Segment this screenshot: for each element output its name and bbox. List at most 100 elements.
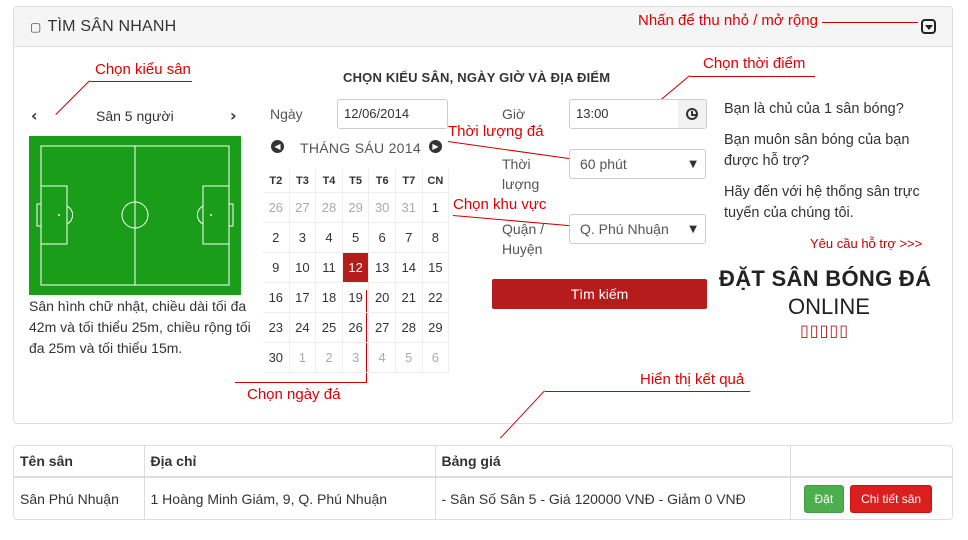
calendar-day[interactable]: 15 bbox=[422, 253, 450, 283]
calendar-day[interactable]: 27 bbox=[369, 313, 396, 343]
calendar-day[interactable]: 3 bbox=[289, 223, 317, 253]
chevron-right-icon[interactable]: › bbox=[230, 106, 237, 125]
calendar-day[interactable]: 29 bbox=[422, 313, 450, 343]
time-input[interactable]: 13:00 bbox=[569, 99, 679, 129]
calendar-day[interactable]: 7 bbox=[395, 223, 423, 253]
calendar-day[interactable]: 5 bbox=[395, 343, 423, 373]
calendar-next-icon[interactable]: ▶ bbox=[429, 140, 442, 153]
calendar-day[interactable]: 22 bbox=[422, 283, 450, 313]
calendar-day[interactable]: 14 bbox=[395, 253, 423, 283]
calendar-day[interactable]: 2 bbox=[316, 343, 343, 373]
calendar-grid: T2 T3 T4 T5 T6 T7 CN 26 27 28 29 30 31 1… bbox=[263, 169, 450, 373]
calendar-day[interactable]: 4 bbox=[369, 343, 396, 373]
calendar-day[interactable]: 23 bbox=[263, 313, 290, 343]
calendar-day[interactable]: 13 bbox=[369, 253, 396, 283]
actions-cell: Đặt Chi tiết sân bbox=[790, 477, 952, 519]
calendar-day[interactable]: 10 bbox=[289, 253, 317, 283]
table-header-row: Tên sân Địa chỉ Bảng giá bbox=[14, 446, 952, 478]
weekday-label: T5 bbox=[342, 169, 370, 193]
weekday-label: T4 bbox=[316, 169, 343, 193]
calendar-day[interactable]: 2 bbox=[263, 223, 290, 253]
calendar-day[interactable]: 6 bbox=[369, 223, 396, 253]
calendar-day[interactable]: 1 bbox=[422, 193, 450, 223]
calendar-day[interactable]: 5 bbox=[342, 223, 370, 253]
annotation-duration: Thời lượng đá bbox=[448, 123, 544, 140]
annotation-field-type: Chọn kiểu sân bbox=[95, 61, 191, 78]
weekday-label: T3 bbox=[289, 169, 317, 193]
details-button[interactable]: Chi tiết sân bbox=[850, 484, 933, 513]
time-picker-button[interactable] bbox=[678, 99, 707, 129]
column-header-name: Tên sân bbox=[14, 446, 145, 478]
calendar-day[interactable]: 30 bbox=[263, 343, 290, 373]
calendar-day-selected[interactable]: 12 bbox=[342, 253, 370, 283]
panel-title: ▢ TÌM SÂN NHANH bbox=[30, 17, 177, 35]
calendar-day[interactable]: 3 bbox=[342, 343, 370, 373]
calendar-day[interactable]: 1 bbox=[289, 343, 317, 373]
calendar-week: 9 10 11 12 13 14 15 bbox=[263, 253, 450, 283]
district-value: Q. Phú Nhuận bbox=[580, 221, 669, 237]
table-row: Sân Phú Nhuận 1 Hoàng Minh Giám, 9, Q. P… bbox=[14, 477, 952, 519]
calendar-day[interactable]: 16 bbox=[263, 283, 290, 313]
time-label: Giờ bbox=[502, 106, 526, 122]
calendar-day[interactable]: 9 bbox=[263, 253, 290, 283]
price-cell: - Sân Số Sân 5 - Giá 120000 VNĐ - Giảm 0… bbox=[435, 477, 791, 519]
brand-subheading: ONLINE bbox=[788, 294, 870, 319]
calendar-prev-icon[interactable]: ◀ bbox=[271, 140, 284, 153]
column-header-price: Bảng giá bbox=[435, 446, 791, 478]
district-select[interactable]: Q. Phú Nhuận ▼ bbox=[569, 214, 706, 244]
calendar-week: 2 3 4 5 6 7 8 bbox=[263, 223, 450, 253]
form-title: CHỌN KIỂU SÂN, NGÀY GIỜ VÀ ĐỊA ĐIỂM bbox=[343, 70, 611, 85]
calendar-day[interactable]: 11 bbox=[316, 253, 343, 283]
annotation-time: Chọn thời điểm bbox=[703, 55, 806, 72]
rating-boxes: ▯▯▯▯▯ bbox=[800, 321, 850, 340]
annotation-line bbox=[235, 382, 367, 383]
field-name-cell: Sân Phú Nhuận bbox=[14, 477, 145, 519]
district-label: Quận / Huyện bbox=[502, 221, 545, 257]
weekday-label: T7 bbox=[395, 169, 423, 193]
calendar-week: 30 1 2 3 4 5 6 bbox=[263, 343, 450, 373]
calendar-day[interactable]: 26 bbox=[263, 193, 290, 223]
address-cell: 1 Hoàng Minh Giám, 9, Q. Phú Nhuận bbox=[144, 477, 436, 519]
brand-heading: ĐẶT SÂN BÓNG ĐÁ bbox=[719, 266, 932, 291]
calendar-week: 26 27 28 29 30 31 1 bbox=[263, 193, 450, 223]
column-header-address: Địa chỉ bbox=[144, 446, 436, 478]
calendar-day[interactable]: 30 bbox=[369, 193, 396, 223]
calendar-day[interactable]: 17 bbox=[289, 283, 317, 313]
calendar-day[interactable]: 21 bbox=[395, 283, 423, 313]
date-input[interactable]: 12/06/2014 bbox=[337, 99, 448, 129]
support-request-link[interactable]: Yêu cầu hỗ trợ >>> bbox=[810, 236, 922, 251]
book-button[interactable]: Đặt bbox=[803, 484, 845, 513]
owner-question: Bạn là chủ của 1 sân bóng? bbox=[724, 101, 904, 117]
calendar-day[interactable]: 24 bbox=[289, 313, 317, 343]
weekday-label: CN bbox=[422, 169, 450, 193]
calendar-day[interactable]: 28 bbox=[316, 193, 343, 223]
calendar-week: 16 17 18 19 20 21 22 bbox=[263, 283, 450, 313]
calendar-month: THÁNG SÁU 2014 bbox=[300, 140, 421, 156]
calendar-day[interactable]: 27 bbox=[289, 193, 317, 223]
annotation-line bbox=[690, 76, 815, 77]
collapse-toggle-icon[interactable] bbox=[921, 19, 936, 34]
caret-down-icon: ▼ bbox=[689, 159, 697, 170]
results-table: Tên sân Địa chỉ Bảng giá Sân Phú Nhuận 1… bbox=[13, 445, 953, 520]
calendar-day[interactable]: 20 bbox=[369, 283, 396, 313]
calendar-day[interactable]: 19 bbox=[342, 283, 370, 313]
calendar-day[interactable]: 28 bbox=[395, 313, 423, 343]
annotation-line bbox=[545, 391, 750, 392]
calendar-day[interactable]: 26 bbox=[342, 313, 370, 343]
calendar-day[interactable]: 6 bbox=[422, 343, 450, 373]
annotation-line bbox=[90, 81, 192, 82]
calendar-day[interactable]: 4 bbox=[316, 223, 343, 253]
calendar-day[interactable]: 18 bbox=[316, 283, 343, 313]
weekday-label: T2 bbox=[263, 169, 290, 193]
weekday-label: T6 bbox=[369, 169, 396, 193]
calendar-day[interactable]: 25 bbox=[316, 313, 343, 343]
chevron-left-icon[interactable]: ‹ bbox=[31, 106, 38, 125]
calendar-day[interactable]: 31 bbox=[395, 193, 423, 223]
calendar-day[interactable]: 8 bbox=[422, 223, 450, 253]
search-button[interactable]: Tìm kiếm bbox=[492, 279, 707, 309]
duration-select[interactable]: 60 phút ▼ bbox=[569, 149, 706, 179]
field-description: Sân hình chữ nhật, chiều dài tối đa 42m … bbox=[29, 298, 251, 356]
clock-icon bbox=[686, 108, 698, 120]
support-question: Bạn muôn sân bóng của bạn được hỗ trợ? bbox=[724, 132, 910, 169]
calendar-day[interactable]: 29 bbox=[342, 193, 370, 223]
